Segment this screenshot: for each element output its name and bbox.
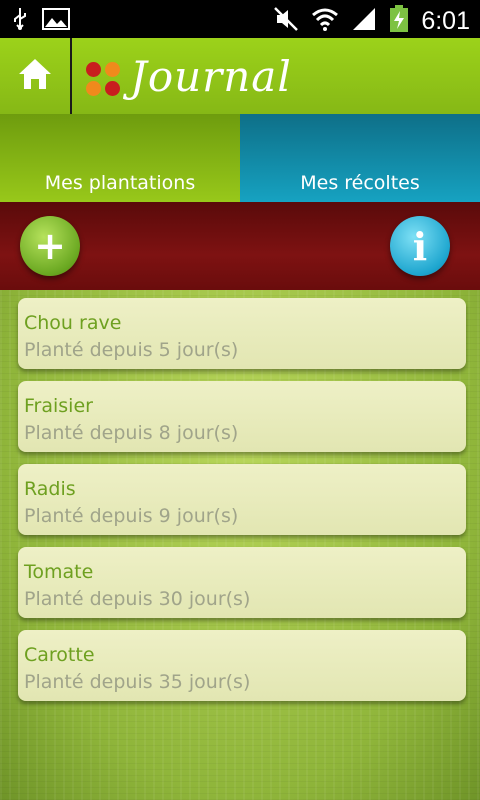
battery-charging-icon <box>389 5 409 37</box>
tab-mes-recoltes[interactable]: Mes récoltes <box>240 114 480 202</box>
wifi-icon <box>311 7 339 35</box>
plantations-list: Chou rave Planté depuis 5 jour(s) Fraisi… <box>18 298 466 713</box>
signal-icon <box>351 6 377 36</box>
status-bar: 6:01 <box>0 0 480 38</box>
action-bar: + i <box>0 202 480 290</box>
image-icon <box>42 8 70 34</box>
plant-duration: Planté depuis 5 jour(s) <box>24 339 239 361</box>
plant-name: Radis <box>24 478 76 500</box>
page-title: Journal <box>130 52 292 101</box>
plant-duration: Planté depuis 35 jour(s) <box>24 671 251 693</box>
mute-icon <box>273 6 299 36</box>
list-item[interactable]: Tomate Planté depuis 30 jour(s) <box>18 547 466 618</box>
info-button[interactable]: i <box>390 216 450 276</box>
plant-duration: Planté depuis 8 jour(s) <box>24 422 239 444</box>
status-bar-left <box>12 7 70 35</box>
info-icon: i <box>412 223 428 269</box>
list-item[interactable]: Fraisier Planté depuis 8 jour(s) <box>18 381 466 452</box>
plant-duration: Planté depuis 30 jour(s) <box>24 588 251 610</box>
list-item[interactable]: Radis Planté depuis 9 jour(s) <box>18 464 466 535</box>
tab-label: Mes plantations <box>44 172 196 194</box>
plant-name: Fraisier <box>24 395 93 417</box>
status-bar-right: 6:01 <box>273 5 470 37</box>
tab-bar: Mes plantations Mes récoltes <box>0 114 480 202</box>
list-item[interactable]: Chou rave Planté depuis 5 jour(s) <box>18 298 466 369</box>
status-time: 6:01 <box>421 6 470 35</box>
usb-icon <box>12 7 28 35</box>
add-button[interactable]: + <box>20 216 80 276</box>
app-logo <box>86 62 122 98</box>
header-divider <box>70 38 72 114</box>
home-icon <box>17 57 53 95</box>
plant-duration: Planté depuis 9 jour(s) <box>24 505 239 527</box>
plus-icon: + <box>34 224 66 268</box>
tab-mes-plantations[interactable]: Mes plantations <box>0 114 240 202</box>
plant-name: Carotte <box>24 644 95 666</box>
plant-name: Tomate <box>24 561 94 583</box>
plantations-panel: Chou rave Planté depuis 5 jour(s) Fraisi… <box>0 290 480 800</box>
list-item[interactable]: Carotte Planté depuis 35 jour(s) <box>18 630 466 701</box>
tab-label: Mes récoltes <box>300 172 420 194</box>
app-header: Journal <box>0 38 480 116</box>
home-button[interactable] <box>0 38 70 114</box>
plant-name: Chou rave <box>24 312 122 334</box>
